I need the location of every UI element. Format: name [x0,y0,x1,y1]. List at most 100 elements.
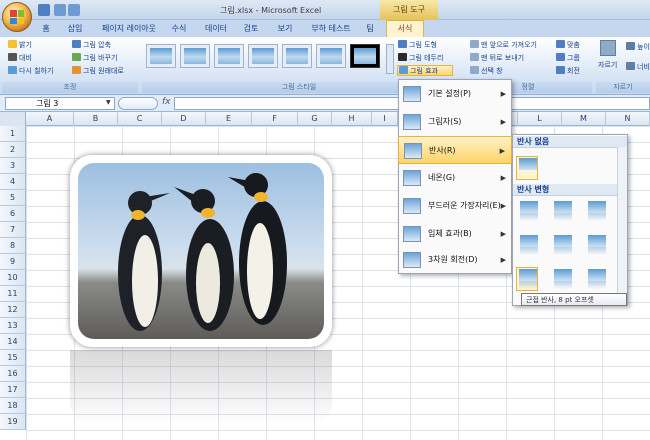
row-header[interactable]: 5 [0,190,26,206]
row-header[interactable]: 7 [0,222,26,238]
chevron-right-icon: ▶ [500,256,506,264]
menu-item-shadow[interactable]: 그림자(S) ▶ [398,108,512,136]
crop-button[interactable]: 자르기 [598,60,617,71]
tab-data[interactable]: 데이터 [202,21,230,36]
fx-icon[interactable]: fx [162,97,171,107]
column-header[interactable]: C [118,112,162,126]
row-header[interactable]: 4 [0,174,26,190]
column-header[interactable]: E [206,112,252,126]
tab-review[interactable]: 검토 [240,21,262,36]
selection-pane-button[interactable]: 선택 창 [470,66,503,77]
row-header[interactable]: 13 [0,318,26,334]
menu-item-reflection[interactable]: 반사(R) ▶ [398,136,512,164]
row-header[interactable]: 19 [0,414,26,430]
selected-picture[interactable] [70,155,332,347]
recolor-button[interactable]: 다시 칠하기 [8,66,53,77]
row-header[interactable]: 11 [0,286,26,302]
office-button[interactable] [2,2,32,32]
crop-icon[interactable] [600,40,616,56]
reflection-variant-option[interactable] [518,200,540,224]
reflection-variant-option[interactable] [552,234,574,258]
menu-item-3d-rotation[interactable]: 3차원 회전(D) ▶ [398,246,512,274]
menu-item-glow[interactable]: 네온(G) ▶ [398,164,512,192]
save-icon[interactable] [38,4,50,16]
row-header[interactable]: 18 [0,398,26,414]
menu-item-soft-edges[interactable]: 부드러운 가장자리(E) ▶ [398,192,512,220]
select-all-corner[interactable] [0,112,26,126]
picture-shape-button[interactable]: 그림 도형 [398,40,437,51]
reflection-variant-option[interactable] [586,234,608,258]
tab-view[interactable]: 보기 [274,21,296,36]
column-header[interactable]: N [606,112,650,126]
row-header[interactable]: 2 [0,142,26,158]
zoom-slider-handle[interactable] [118,97,158,110]
row-header[interactable]: 16 [0,366,26,382]
reflection-variant-option[interactable] [586,200,608,224]
picture-style-7[interactable] [350,44,380,68]
reflection-variants-header: 반사 변형 [513,184,627,196]
picture-style-2[interactable] [180,44,210,68]
send-to-back-button[interactable]: 맨 뒤로 보내기 [470,53,524,64]
picture-style-4[interactable] [248,44,278,68]
column-header[interactable]: A [26,112,74,126]
column-header[interactable]: I [372,112,398,126]
column-header[interactable]: L [518,112,562,126]
reflection-variant-option[interactable] [552,268,574,292]
picture-style-5[interactable] [282,44,312,68]
reset-picture-button[interactable]: 그림 원래대로 [72,66,124,77]
menu-item-bevel[interactable]: 입체 효과(B) ▶ [398,220,512,248]
picture-style-6[interactable] [316,44,346,68]
tab-formulas[interactable]: 수식 [168,21,190,36]
row-header[interactable]: 1 [0,126,26,142]
change-picture-button[interactable]: 그림 바꾸기 [72,53,117,64]
row-header[interactable]: 15 [0,350,26,366]
name-box[interactable]: 그림 3 [5,97,115,110]
column-header[interactable]: B [74,112,118,126]
no-reflection-option[interactable] [516,156,538,180]
row-header[interactable]: 17 [0,382,26,398]
row-header[interactable]: 12 [0,302,26,318]
column-header[interactable]: M [562,112,606,126]
picture-style-3[interactable] [214,44,244,68]
brightness-button[interactable]: 밝기 [8,40,32,51]
menu-item-preset[interactable]: 기본 설정(P) ▶ [398,80,512,108]
column-header[interactable]: F [252,112,298,126]
undo-icon[interactable] [54,4,66,16]
row-header[interactable]: 6 [0,206,26,222]
tab-insert[interactable]: 삽입 [64,21,86,36]
align-button[interactable]: 맞춤 [556,40,580,51]
reflection-variant-option[interactable] [516,267,538,291]
chevron-down-icon[interactable]: ▼ [106,99,111,106]
reflection-variant-option[interactable] [552,200,574,224]
tab-page-layout[interactable]: 페이지 레이아웃 [96,21,162,36]
tab-load-test[interactable]: 부하 테스트 [306,21,356,36]
compress-pictures-button[interactable]: 그림 압축 [72,40,111,51]
redo-icon[interactable] [68,4,80,16]
submenu-scrollbar[interactable] [617,147,627,305]
picture-style-1[interactable] [146,44,176,68]
styles-scroll[interactable] [386,44,394,74]
picture-border-button[interactable]: 그림 테두리 [398,53,443,64]
column-header[interactable]: H [332,112,372,126]
row-header[interactable]: 8 [0,238,26,254]
column-header[interactable]: G [298,112,332,126]
height-field[interactable]: 높이 [626,42,650,53]
group-button[interactable]: 그룹 [556,53,580,64]
row-header[interactable]: 3 [0,158,26,174]
tab-team[interactable]: 팀 [362,21,378,36]
row-header[interactable]: 10 [0,270,26,286]
width-field[interactable]: 너비 [626,62,650,73]
preset-icon [403,86,421,102]
tab-format[interactable]: 서식 [386,20,424,37]
reflection-variant-option[interactable] [518,234,540,258]
picture-effects-button[interactable]: 그림 효과 [397,65,453,76]
column-header[interactable]: D [162,112,206,126]
row-header[interactable]: 14 [0,334,26,350]
bring-to-front-button[interactable]: 맨 앞으로 가져오기 [470,40,537,51]
row-header[interactable]: 9 [0,254,26,270]
tab-home[interactable]: 홈 [38,21,54,36]
bevel-icon [403,226,421,242]
contrast-button[interactable]: 대비 [8,53,32,64]
rotate-button[interactable]: 회전 [556,66,580,77]
reflection-variant-option[interactable] [586,268,608,292]
